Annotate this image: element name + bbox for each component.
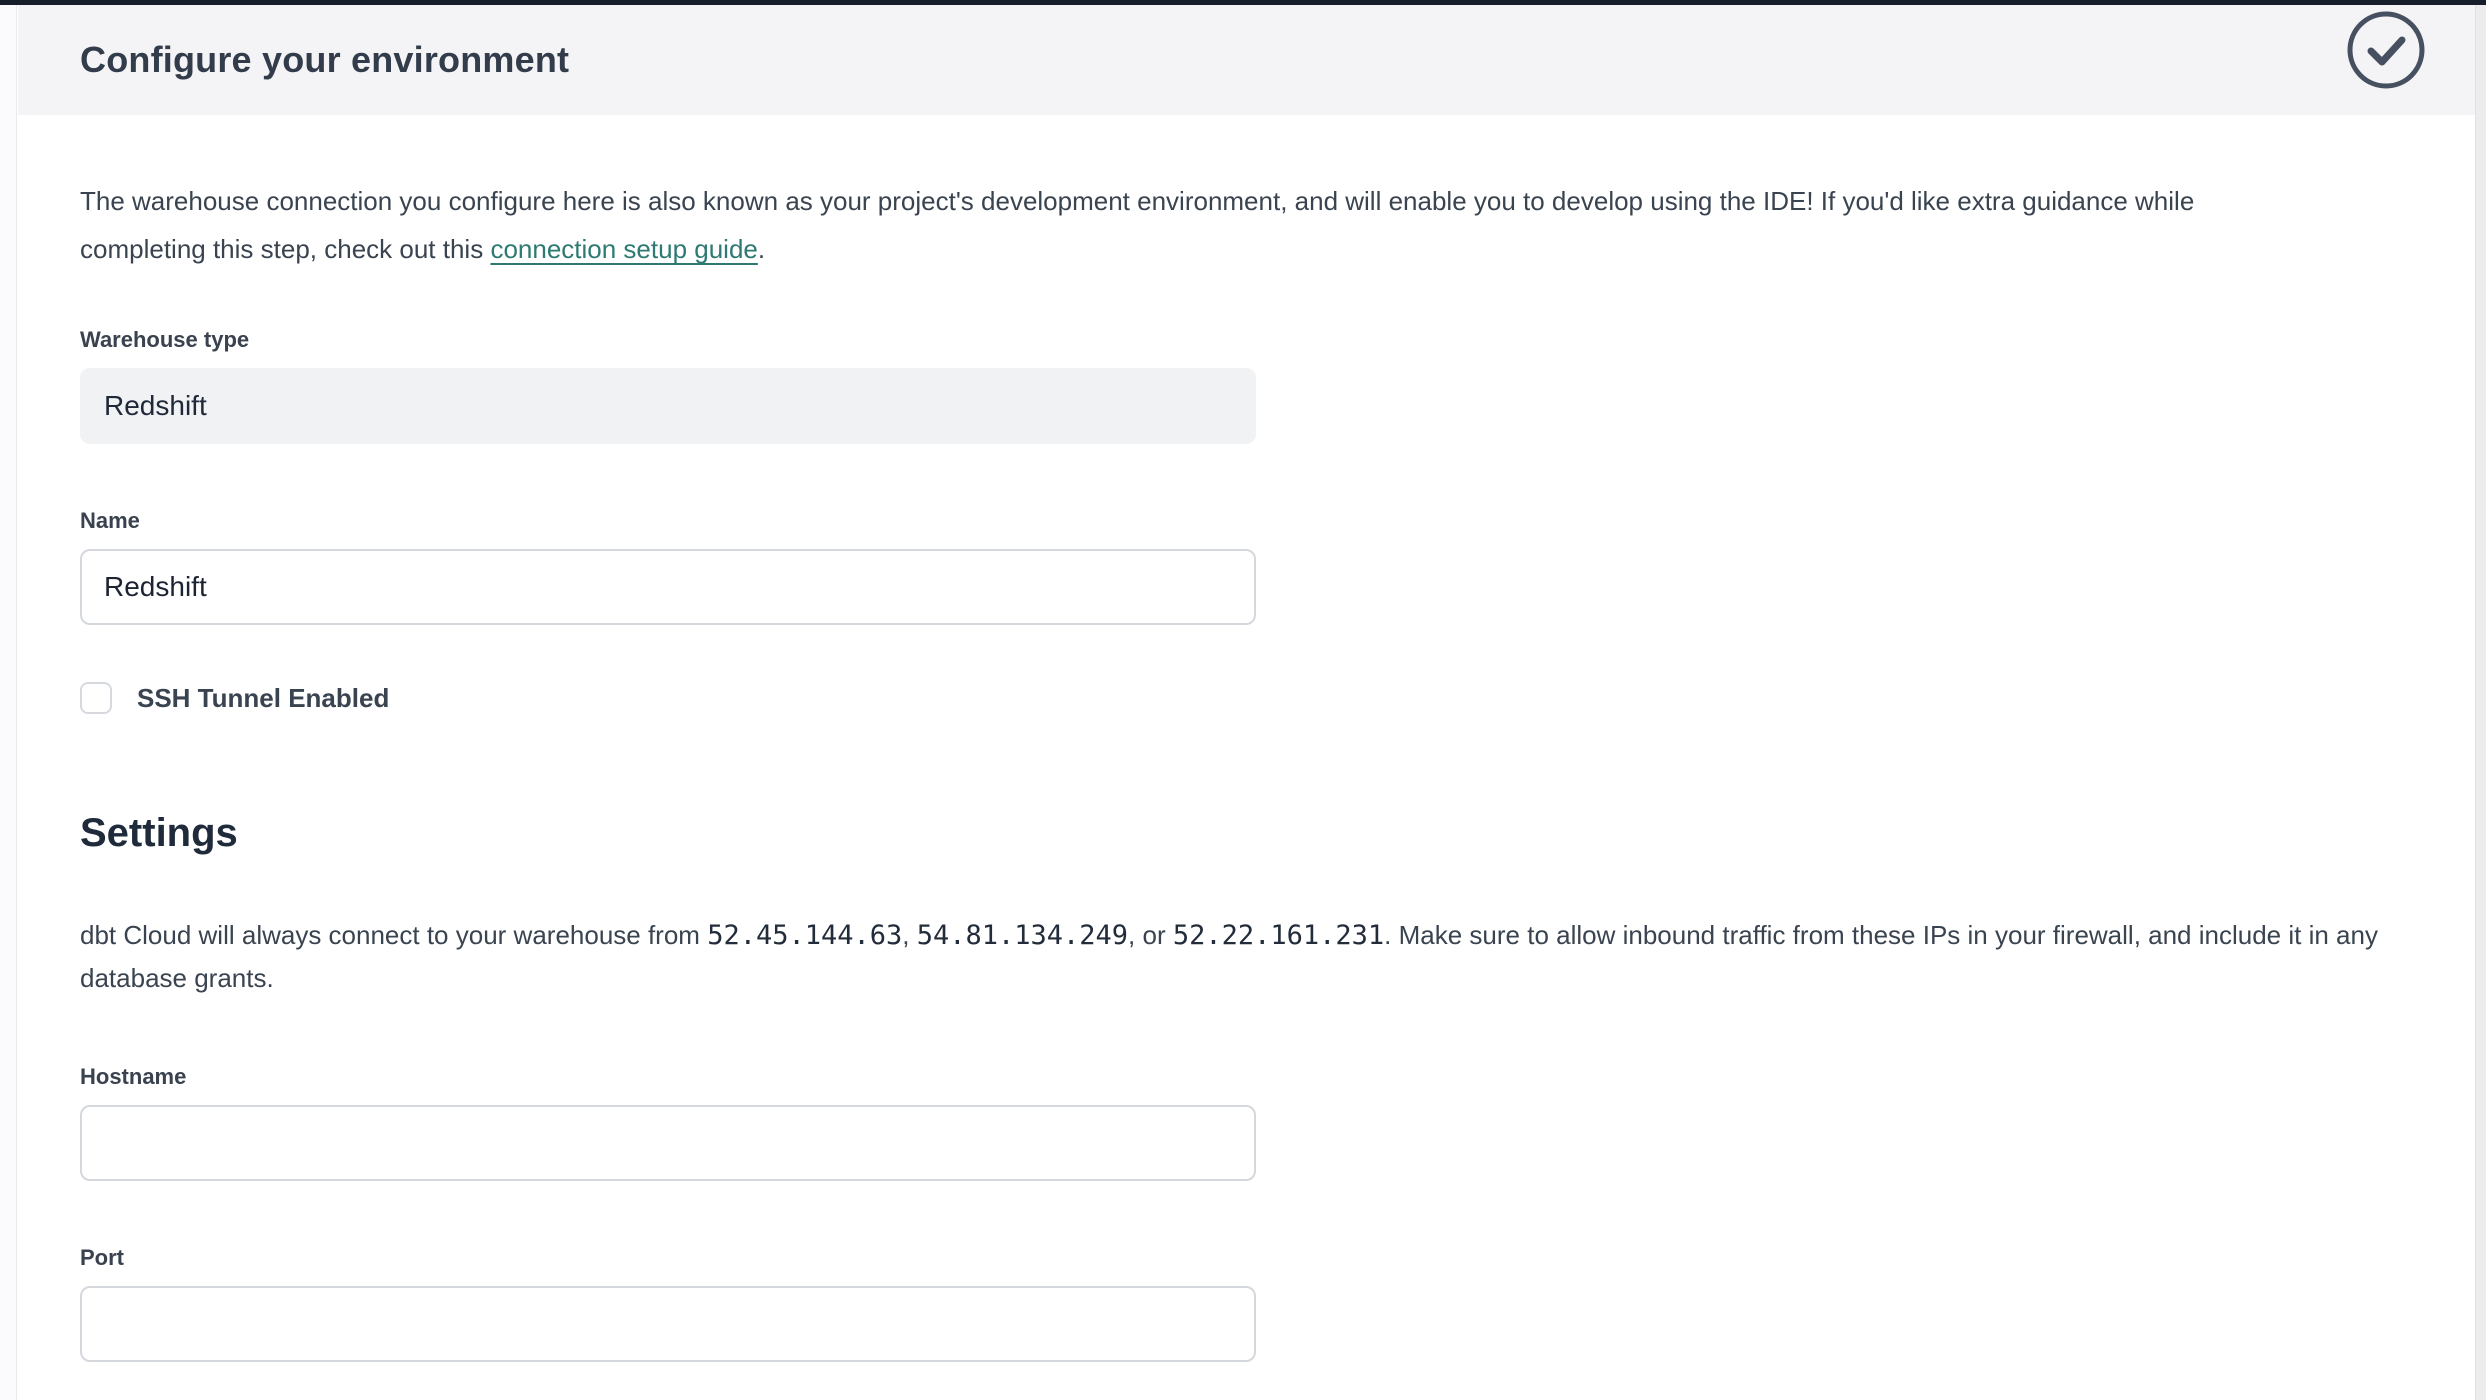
ip-address-1: 52.45.144.63 [707,920,902,951]
settings-heading: Settings [80,812,2413,854]
ssh-tunnel-checkbox[interactable] [80,682,112,714]
intro-paragraph: The warehouse connection you configure h… [80,177,2290,273]
ip-address-3: 52.22.161.231 [1173,920,1384,951]
ssh-tunnel-label: SSH Tunnel Enabled [137,683,389,714]
hostname-input[interactable] [80,1105,1256,1181]
section-body: The warehouse connection you configure h… [18,177,2475,1362]
intro-text-before: The warehouse connection you configure h… [80,186,2194,264]
name-input[interactable] [80,549,1256,625]
warehouse-type-label: Warehouse type [80,327,2413,353]
port-label: Port [80,1245,2413,1271]
left-gutter [0,5,17,1400]
ip-address-2: 54.81.134.249 [917,920,1128,951]
settings-sep-2: , or [1128,920,1173,950]
port-input[interactable] [80,1286,1256,1362]
scrollbar-track[interactable] [2475,5,2486,1400]
page-title: Configure your environment [80,39,569,81]
connection-setup-guide-link[interactable]: connection setup guide [490,234,757,264]
settings-text-before: dbt Cloud will always connect to your wa… [80,920,707,950]
section-header[interactable]: Configure your environment [18,5,2475,115]
hostname-label: Hostname [80,1064,2413,1090]
name-label: Name [80,508,2413,534]
top-bar [0,0,2486,5]
warehouse-type-input [80,368,1256,444]
environment-config-card: Configure your environment The warehouse… [18,5,2475,1400]
ssh-tunnel-row: SSH Tunnel Enabled [80,682,2413,714]
check-circle-icon [2345,9,2427,91]
intro-text-after: . [758,234,765,264]
settings-sep-1: , [902,920,916,950]
settings-paragraph: dbt Cloud will always connect to your wa… [80,914,2410,1000]
